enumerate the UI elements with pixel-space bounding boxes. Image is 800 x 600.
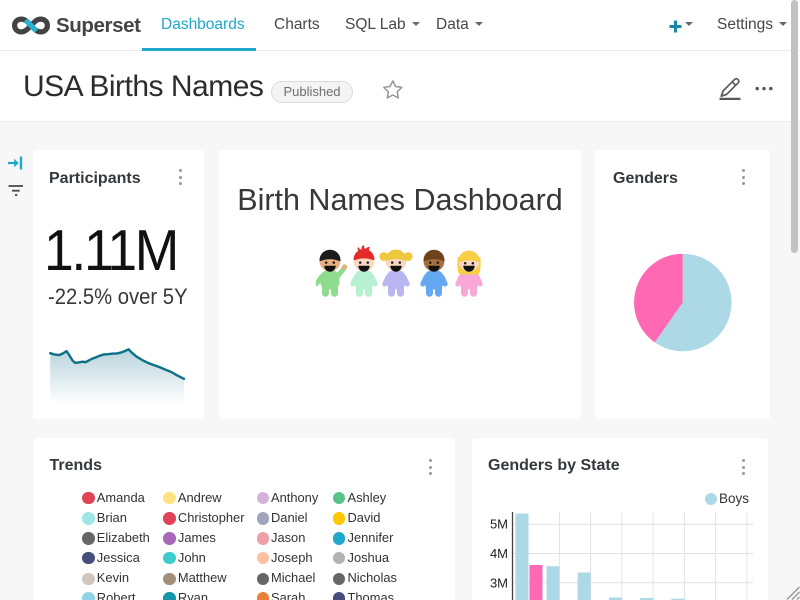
svg-text:4M: 4M (490, 546, 508, 561)
svg-text:5M: 5M (490, 517, 508, 532)
svg-text:3M: 3M (490, 575, 508, 590)
